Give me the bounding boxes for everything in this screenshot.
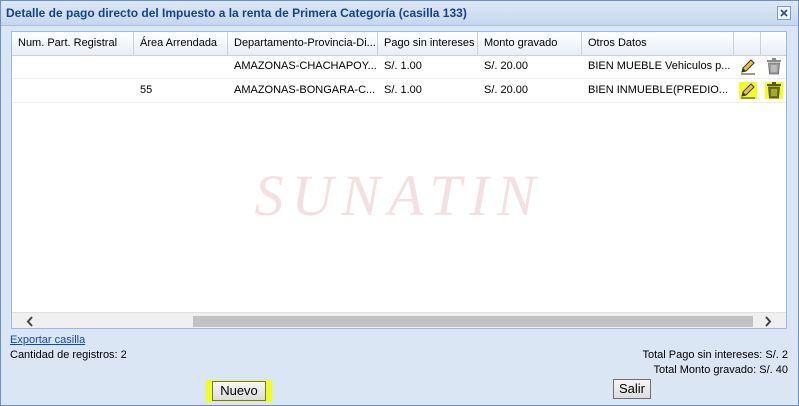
salir-button[interactable]: Salir [613,379,651,399]
total-pago: Total Pago sin intereses: S/. 2 [642,349,788,361]
col-pago-sin-intereses[interactable]: Pago sin intereses [378,32,478,55]
table-row[interactable]: AMAZONAS-CHACHAPOY... S/. 1.00 S/. 20.00… [12,55,786,79]
horizontal-scrollbar[interactable] [12,312,786,328]
trash-icon [767,82,781,99]
total-monto: Total Monto gravado: S/. 40 [653,364,788,376]
scrollbar-thumb[interactable] [193,316,753,327]
record-count: Cantidad de registros: 2 [10,349,127,361]
cell-num-part [12,79,134,102]
col-delete [761,32,786,55]
col-monto-gravado[interactable]: Monto gravado [478,32,582,55]
chevron-left-icon [26,316,33,327]
scroll-right-button[interactable] [759,313,776,328]
cell-pago: S/. 1.00 [384,84,422,96]
close-icon [780,9,788,17]
cell-ubicacion: AMAZONAS-CHACHAPOY... [234,60,377,72]
cell-otros: BIEN MUEBLE Vehiculos p... [588,60,731,72]
title-bar[interactable]: Detalle de pago directo del Impuesto a l… [1,1,798,26]
cell-monto: S/. 20.00 [484,60,529,72]
col-edit [734,32,761,55]
dialog-window: Detalle de pago directo del Impuesto a l… [0,0,799,406]
col-area-arrendada[interactable]: Área Arrendada [134,32,228,55]
trash-icon [767,58,781,75]
cell-pago: S/. 1.00 [384,60,422,72]
cell-area [134,55,228,78]
nuevo-button[interactable]: Nuevo [212,381,266,401]
watermark: SUNATIN [254,163,544,228]
cell-otros: BIEN INMUEBLE(PREDIO... [588,84,728,96]
pencil-icon [741,59,755,75]
chevron-right-icon [765,316,772,327]
delete-button[interactable] [765,82,783,99]
close-button[interactable] [777,6,791,20]
dialog-title: Detalle de pago directo del Impuesto a l… [6,6,467,20]
detail-grid: Num. Part. Registral Área Arrendada Depa… [11,31,787,329]
pencil-icon [741,83,755,99]
col-num-part-registral[interactable]: Num. Part. Registral [12,32,134,55]
cell-ubicacion: AMAZONAS-BONGARA-C... [234,84,376,96]
scroll-left-button[interactable] [22,313,39,328]
delete-button[interactable] [765,58,783,75]
col-otros-datos[interactable]: Otros Datos [582,32,734,55]
table-row[interactable]: 55 AMAZONAS-BONGARA-C... S/. 1.00 S/. 20… [12,79,786,103]
col-departamento[interactable]: Departamento-Provincia-Di... [228,32,378,55]
edit-button[interactable] [739,82,757,99]
grid-header: Num. Part. Registral Área Arrendada Depa… [12,32,786,56]
cell-num-part [12,55,134,78]
cell-monto: S/. 20.00 [484,84,529,96]
edit-button[interactable] [739,58,757,75]
cell-area: 55 [140,84,153,96]
export-link[interactable]: Exportar casilla [10,334,85,346]
